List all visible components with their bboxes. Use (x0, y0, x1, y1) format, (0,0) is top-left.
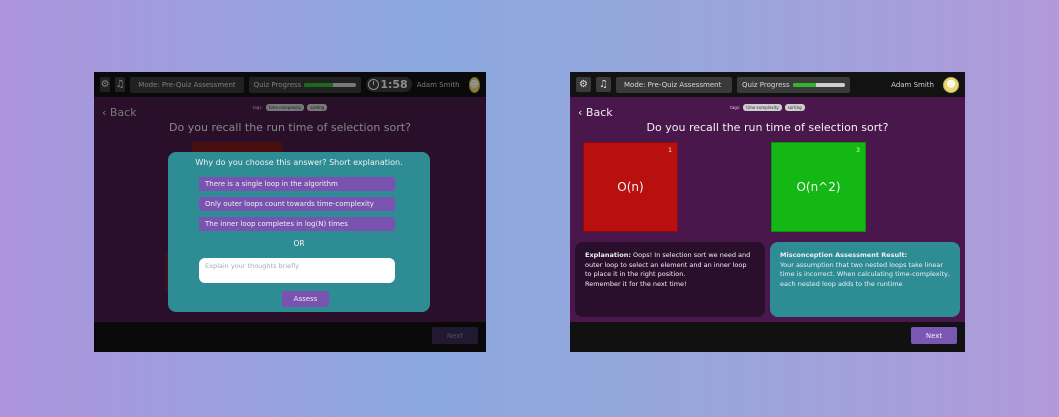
quiz-screen-with-modal: ⚙ ♫ Mode: Pre-Quiz Assessment Quiz Progr… (94, 72, 486, 352)
music-icon[interactable]: ♫ (596, 77, 611, 92)
quiz-progress: Quiz Progress (737, 76, 850, 93)
progress-bar (792, 82, 845, 87)
explanation-heading: Explanation: (585, 251, 631, 259)
modal-title: Why do you choose this answer? Short exp… (195, 158, 403, 167)
answer-card-correct[interactable]: 3 O(n^2) (771, 142, 866, 232)
mode-label: Mode: Pre-Quiz Assessment (616, 76, 732, 93)
misconception-box: Misconception Assessment Result: Your as… (770, 242, 960, 317)
tags: tags: time-complexity sorting (570, 104, 965, 111)
question-text: Do you recall the run time of selection … (646, 121, 889, 134)
reason-option[interactable]: The inner loop completes in log(N) times (199, 217, 395, 231)
top-bar: ⚙ ♫ Mode: Pre-Quiz Assessment Quiz Progr… (570, 72, 965, 97)
assess-button[interactable]: Assess (282, 291, 329, 307)
misconception-heading: Misconception Assessment Result: (780, 251, 908, 259)
progress-bar-fill (792, 82, 817, 87)
explanation-modal: Why do you choose this answer? Short exp… (168, 152, 430, 312)
tag-pill[interactable]: time-complexity (743, 104, 782, 111)
answer-card-wrong[interactable]: 1 O(n) (583, 142, 678, 232)
reason-option[interactable]: There is a single loop in the algorithm (199, 177, 395, 191)
explanation-input[interactable] (199, 258, 395, 283)
bottom-bar: Next (570, 322, 965, 352)
explanation-box: Explanation: Oops! In selection sort we … (575, 242, 765, 317)
quiz-progress-label: Quiz Progress (742, 80, 790, 89)
avatar-icon[interactable]: ☻ (943, 76, 959, 93)
quiz-result-screen: ⚙ ♫ Mode: Pre-Quiz Assessment Quiz Progr… (570, 72, 965, 352)
tag-pill[interactable]: sorting (784, 104, 805, 111)
card-number: 1 (668, 147, 672, 154)
reason-option[interactable]: Only outer loops count towards time-comp… (199, 197, 395, 211)
card-number: 3 (856, 147, 860, 154)
or-label: OR (293, 239, 305, 248)
user-name: Adam Smith (891, 80, 934, 89)
tags-label: tags: (730, 105, 741, 110)
gear-icon[interactable]: ⚙ (576, 77, 591, 92)
misconception-text: Your assumption that two nested loops ta… (780, 260, 950, 288)
card-label: O(n^2) (796, 180, 841, 194)
explanation-footer: Remember it for the next time! (585, 279, 687, 288)
card-label: O(n) (617, 180, 644, 194)
next-button[interactable]: Next (911, 327, 957, 344)
